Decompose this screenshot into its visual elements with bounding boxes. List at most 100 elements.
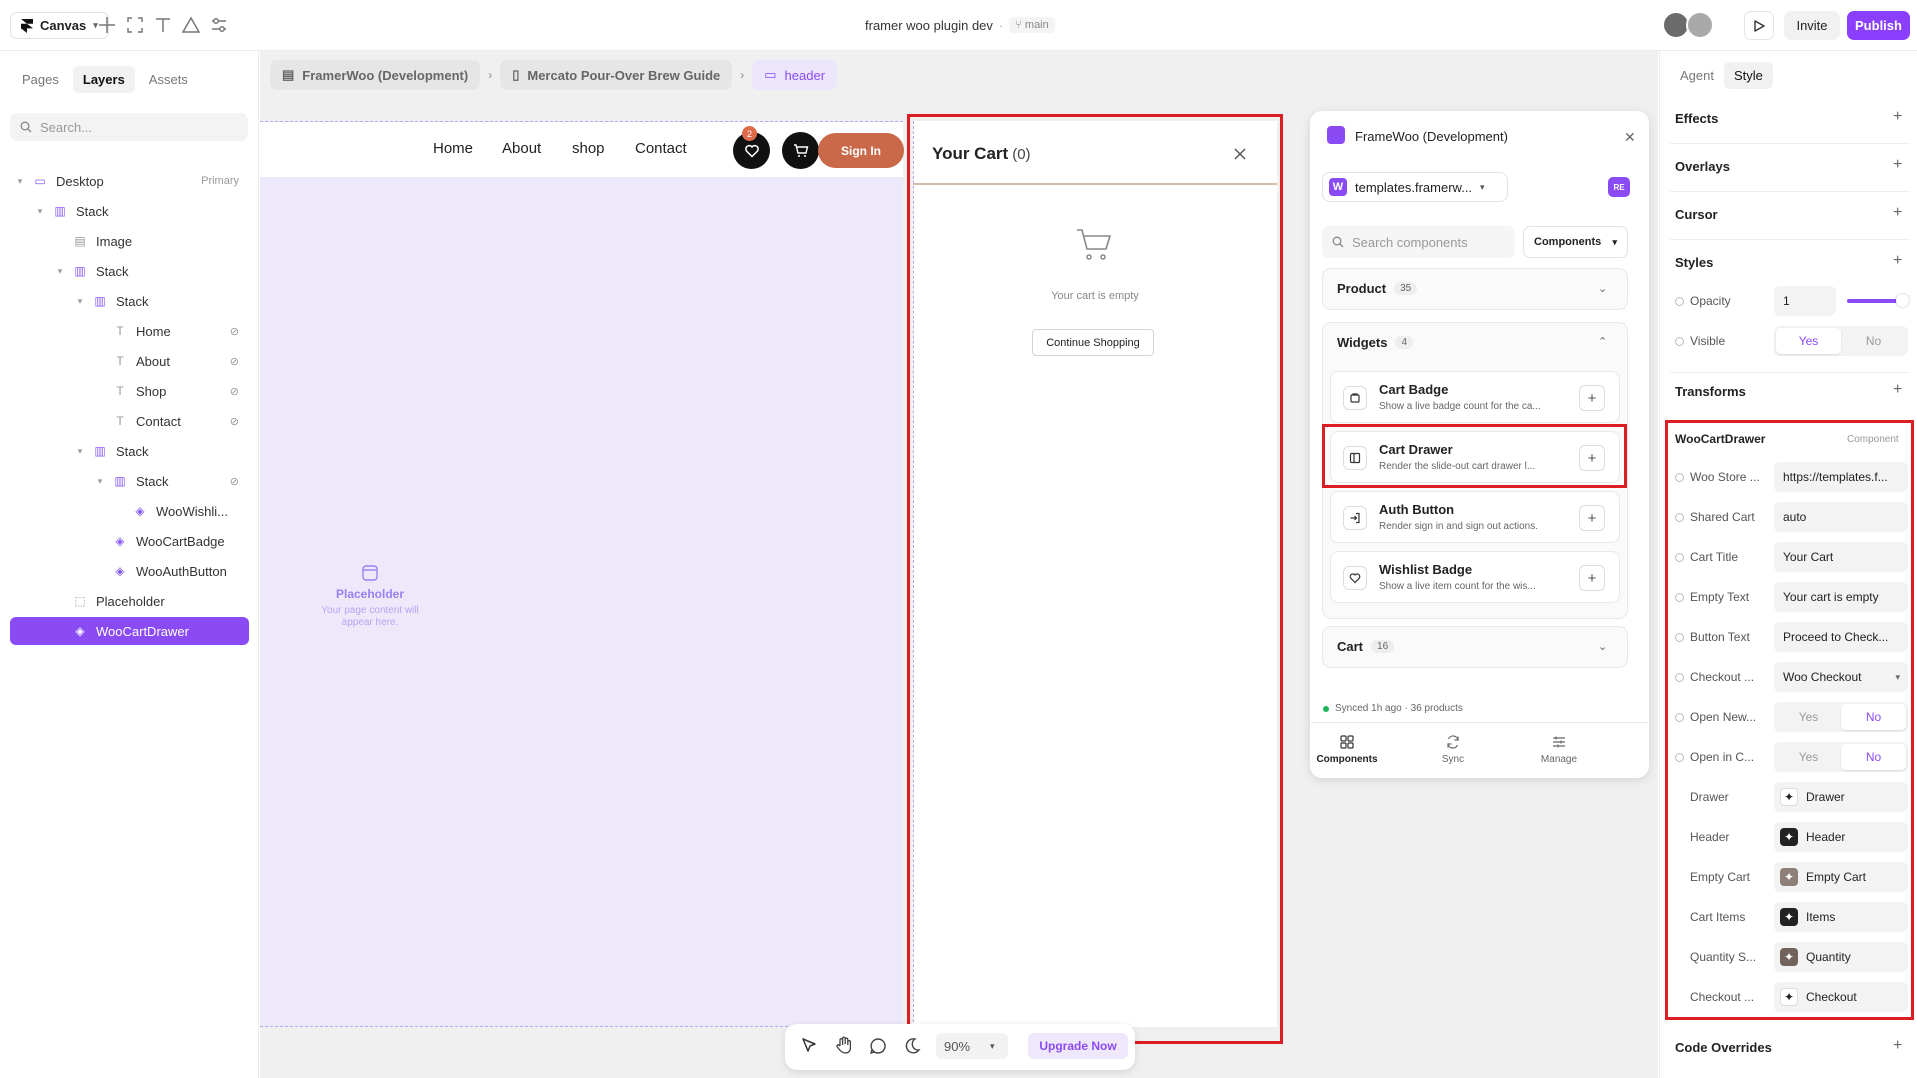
- cart-button[interactable]: [782, 132, 819, 169]
- select-tool-icon[interactable]: [797, 1034, 821, 1058]
- user-avatar[interactable]: RE: [1608, 177, 1630, 197]
- layers-search-input[interactable]: Search...: [10, 113, 248, 141]
- vector-tool-icon[interactable]: [180, 14, 202, 36]
- section-transforms[interactable]: Transforms: [1675, 384, 1746, 399]
- canvas-menu-button[interactable]: Canvas ▾: [10, 12, 109, 39]
- preview-button[interactable]: [1744, 11, 1774, 40]
- nav-shop[interactable]: shop: [572, 140, 605, 157]
- layer-woocartbadge[interactable]: ◈ WooCartBadge: [10, 527, 249, 555]
- layer-wooauthbutton[interactable]: ◈ WooAuthButton: [10, 557, 249, 585]
- layer-woowishlist[interactable]: ◈ WooWishli...: [10, 497, 249, 525]
- widget-auth-button[interactable]: Auth Button Render sign in and sign out …: [1330, 491, 1620, 543]
- add-code-override-button[interactable]: +: [1893, 1037, 1902, 1055]
- layer-desktop[interactable]: ▾ ▭ Desktop Primary: [10, 167, 249, 195]
- chevron-down-icon[interactable]: ▾: [34, 206, 46, 217]
- widget-wishlist-badge[interactable]: Wishlist Badge Show a live item count fo…: [1330, 551, 1620, 603]
- add-style-button[interactable]: +: [1893, 252, 1902, 270]
- nav-contact[interactable]: Contact: [635, 140, 687, 157]
- upgrade-button[interactable]: Upgrade Now: [1028, 1033, 1128, 1059]
- add-cursor-button[interactable]: +: [1893, 204, 1902, 222]
- add-widget-button[interactable]: +: [1579, 565, 1605, 591]
- project-title[interactable]: framer woo plugin dev · ⑂ main: [865, 17, 1055, 33]
- visible-yes[interactable]: Yes: [1776, 328, 1841, 354]
- layer-about[interactable]: T About ⊘: [10, 347, 249, 375]
- text-tool-icon[interactable]: [152, 14, 174, 36]
- add-transform-button[interactable]: +: [1893, 381, 1902, 399]
- section-cursor[interactable]: Cursor: [1675, 207, 1718, 222]
- layer-woocartdrawer[interactable]: ◈ WooCartDrawer: [10, 617, 249, 645]
- widget-cart-badge[interactable]: Cart Badge Show a live badge count for t…: [1330, 371, 1620, 423]
- settings-sliders-icon[interactable]: [208, 14, 230, 36]
- layer-contact[interactable]: T Contact ⊘: [10, 407, 249, 435]
- invite-button[interactable]: Invite: [1784, 11, 1840, 40]
- layer-label: WooCartDrawer: [96, 623, 189, 639]
- dark-mode-icon[interactable]: [900, 1034, 924, 1058]
- nav-about[interactable]: About: [502, 140, 541, 157]
- add-widget-button[interactable]: +: [1579, 385, 1605, 411]
- comment-tool-icon[interactable]: [866, 1034, 890, 1058]
- variable-dot-icon[interactable]: [1675, 336, 1684, 346]
- layer-label: WooWishli...: [156, 503, 228, 519]
- collaborator-avatar[interactable]: [1686, 11, 1714, 39]
- chevron-down-icon[interactable]: ▾: [74, 296, 86, 307]
- visible-toggle[interactable]: Yes No: [1774, 326, 1908, 356]
- tab-components[interactable]: Components: [1292, 734, 1402, 765]
- section-styles[interactable]: Styles: [1675, 255, 1713, 270]
- add-widget-button[interactable]: +: [1579, 505, 1605, 531]
- branch-badge[interactable]: ⑂ main: [1009, 17, 1055, 33]
- variable-dot-icon[interactable]: [1675, 296, 1684, 306]
- nav-home[interactable]: Home: [433, 140, 473, 157]
- chevron-down-icon[interactable]: ⌄: [1598, 640, 1607, 653]
- component-search-input[interactable]: Search components: [1322, 226, 1515, 258]
- layer-image[interactable]: ▤ Image: [10, 227, 249, 255]
- breadcrumb-page[interactable]: ▯ Mercato Pour-Over Brew Guide: [500, 60, 733, 90]
- chevron-down-icon[interactable]: ▾: [74, 446, 86, 457]
- opacity-input[interactable]: 1: [1774, 286, 1836, 316]
- section-effects[interactable]: Effects: [1675, 111, 1718, 126]
- close-icon[interactable]: ✕: [1624, 129, 1636, 146]
- site-selector[interactable]: W templates.framerw... ▾: [1322, 172, 1508, 202]
- tab-assets[interactable]: Assets: [139, 66, 198, 93]
- placeholder-subtitle: Your page content will appear here.: [321, 605, 419, 628]
- layer-stack[interactable]: ▾ ▥ Stack: [10, 257, 249, 285]
- section-code-overrides[interactable]: Code Overrides: [1675, 1040, 1772, 1055]
- opacity-slider-knob[interactable]: [1896, 294, 1909, 307]
- tab-sync[interactable]: Sync: [1398, 734, 1508, 765]
- tab-manage[interactable]: Manage: [1504, 734, 1614, 765]
- add-effect-button[interactable]: +: [1893, 108, 1902, 126]
- component-filter-select[interactable]: Components ▾: [1523, 226, 1628, 258]
- chevron-down-icon[interactable]: ▾: [94, 476, 106, 487]
- layer-stack[interactable]: ▾ ▥ Stack: [10, 197, 249, 225]
- image-icon: ▤: [74, 234, 86, 248]
- section-overlays[interactable]: Overlays: [1675, 159, 1730, 174]
- frame-tool-icon[interactable]: [124, 14, 146, 36]
- zoom-select[interactable]: 90% ▾: [936, 1033, 1008, 1059]
- tab-layers[interactable]: Layers: [72, 66, 135, 93]
- tab-style[interactable]: Style: [1724, 62, 1773, 89]
- chevron-down-icon[interactable]: ▾: [14, 176, 26, 187]
- layer-stack[interactable]: ▾ ▥ Stack: [10, 437, 249, 465]
- chevron-down-icon[interactable]: ⌄: [1598, 282, 1607, 295]
- layer-stack[interactable]: ▾ ▥ Stack ⊘: [10, 467, 249, 495]
- opacity-slider[interactable]: [1847, 299, 1899, 303]
- tab-pages[interactable]: Pages: [12, 66, 69, 93]
- grid-icon: [1339, 734, 1355, 750]
- tab-agent[interactable]: Agent: [1670, 62, 1724, 89]
- highlight-component-props: [1665, 420, 1914, 1020]
- breadcrumb-header[interactable]: ▭ header: [752, 60, 838, 90]
- insert-icon[interactable]: [96, 14, 118, 36]
- breadcrumb-project[interactable]: ▤ FramerWoo (Development): [270, 60, 481, 90]
- layer-stack[interactable]: ▾ ▥ Stack: [10, 287, 249, 315]
- link-icon: ⊘: [229, 325, 239, 338]
- stack-icon: ▥: [54, 204, 66, 218]
- chevron-down-icon[interactable]: ▾: [54, 266, 66, 277]
- add-overlay-button[interactable]: +: [1893, 156, 1902, 174]
- layer-placeholder[interactable]: ⬚ Placeholder: [10, 587, 249, 615]
- layer-shop[interactable]: T Shop ⊘: [10, 377, 249, 405]
- visible-no[interactable]: No: [1841, 328, 1906, 354]
- signin-button[interactable]: Sign In: [818, 133, 904, 168]
- publish-button[interactable]: Publish: [1847, 11, 1910, 40]
- hand-tool-icon[interactable]: [832, 1034, 856, 1058]
- layer-home[interactable]: T Home ⊘: [10, 317, 249, 345]
- chevron-up-icon[interactable]: ⌃: [1598, 335, 1607, 348]
